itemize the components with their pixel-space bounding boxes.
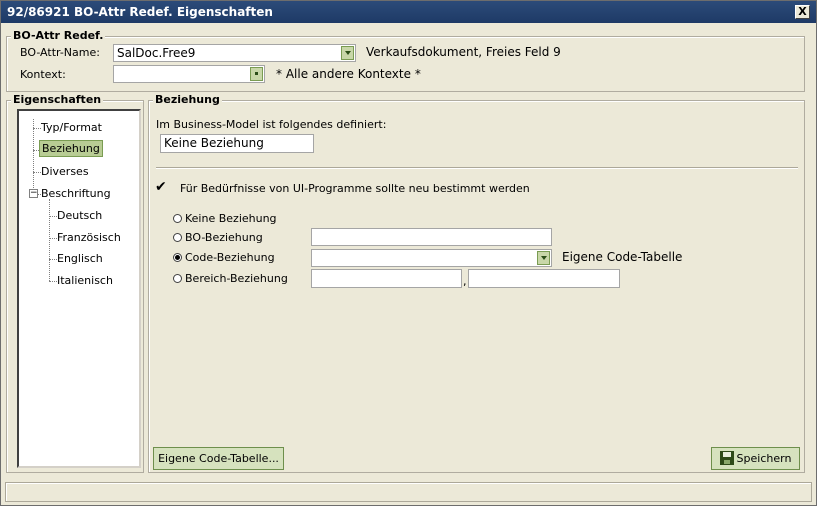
tree-item-deutsch[interactable]: Deutsch [55,208,104,223]
save-button-label: Speichern [736,452,792,465]
divider [156,167,798,169]
range-to-field[interactable] [468,269,620,288]
lookup-icon[interactable] [250,67,263,81]
own-code-table-button-label: Eigene Code-Tabelle... [158,452,279,465]
chevron-down-icon[interactable] [341,46,354,60]
dialog-window: 92/86921 BO-Attr Redef. Eigenschaften X … [0,0,817,506]
business-model-value-field: Keine Beziehung [160,134,314,153]
radio-bo-beziehung-label[interactable]: BO-Beziehung [185,231,263,244]
check-icon[interactable]: ✔ [155,180,169,194]
tree-item-diverses[interactable]: Diverses [39,164,91,179]
radio-keine-beziehung[interactable] [173,214,182,223]
tree-item-italienisch[interactable]: Italienisch [55,273,115,288]
bo-beziehung-field[interactable] [311,228,552,246]
save-icon [719,451,734,465]
tree-item-franzoesisch[interactable]: Französisch [55,230,123,245]
window-title: 92/86921 BO-Attr Redef. Eigenschaften [7,5,273,19]
bo-attr-group-legend: BO-Attr Redef. [11,29,106,42]
status-bar [5,482,812,502]
context-field[interactable] [113,65,265,83]
properties-tree: Typ/Format Beziehung Diverses − Beschrif… [17,109,141,468]
tree-item-typ-format[interactable]: Typ/Format [39,120,104,135]
range-from-field[interactable] [311,269,462,288]
business-model-value: Keine Beziehung [164,136,264,150]
properties-group-legend: Eigenschaften [11,93,104,106]
radio-code-beziehung-label[interactable]: Code-Beziehung [185,251,275,264]
code-table-description: Eigene Code-Tabelle [562,250,683,264]
range-separator: , [463,275,467,288]
title-bar[interactable]: 92/86921 BO-Attr Redef. Eigenschaften X [1,1,816,23]
bo-attr-name-description: Verkaufsdokument, Freies Feld 9 [366,45,561,59]
redefine-label[interactable]: Für Bedürfnisse von UI-Programme sollte … [180,182,530,195]
relation-group-legend: Beziehung [153,93,222,106]
radio-keine-beziehung-label[interactable]: Keine Beziehung [185,212,277,225]
tree-item-englisch[interactable]: Englisch [55,251,105,266]
tree-item-beziehung[interactable]: Beziehung [39,140,103,157]
context-label: Kontext: [20,68,66,81]
code-beziehung-combo[interactable] [311,249,552,267]
context-description: * Alle andere Kontexte * [276,67,421,81]
bo-attr-name-value: SalDoc.Free9 [117,46,196,60]
own-code-table-button[interactable]: Eigene Code-Tabelle... [153,447,284,470]
radio-code-beziehung[interactable] [173,253,182,262]
bo-attr-name-combo[interactable]: SalDoc.Free9 [113,44,356,62]
close-button[interactable]: X [795,5,810,19]
close-icon: X [798,5,807,18]
bo-attr-name-label: BO-Attr-Name: [20,46,100,59]
radio-bo-beziehung[interactable] [173,233,182,242]
save-button[interactable]: Speichern [711,447,800,470]
radio-bereich-beziehung[interactable] [173,274,182,283]
radio-bereich-beziehung-label[interactable]: Bereich-Beziehung [185,272,288,285]
tree-item-beschriftung[interactable]: Beschriftung [39,186,113,201]
business-model-label: Im Business-Model ist folgendes definier… [156,118,387,131]
chevron-down-icon[interactable] [537,251,550,265]
collapse-icon[interactable]: − [29,189,38,198]
